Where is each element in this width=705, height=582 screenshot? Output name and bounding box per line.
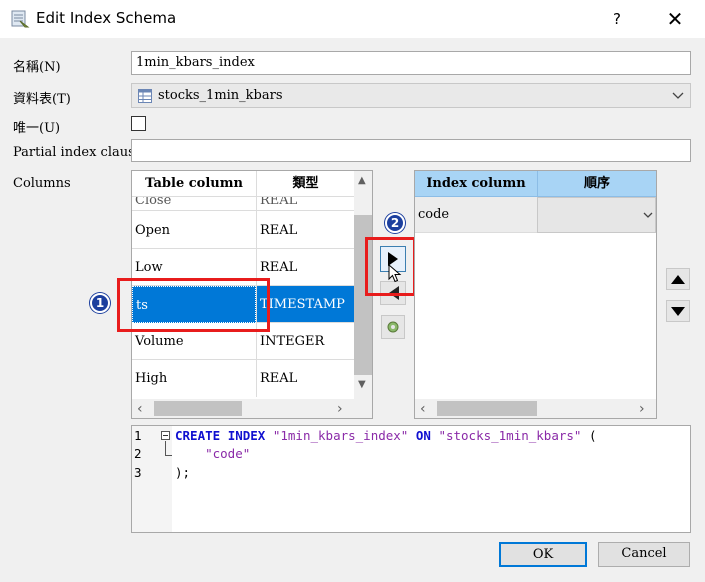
table-icon bbox=[138, 89, 152, 103]
name-field-value: 1min_kbars_index bbox=[136, 55, 255, 70]
line-number: 2 bbox=[134, 446, 142, 461]
horizontal-scroll-thumb[interactable] bbox=[154, 401, 242, 416]
table-select-value: stocks_1min_kbars bbox=[158, 88, 283, 103]
scroll-up-arrow[interactable]: ▲ bbox=[358, 175, 366, 186]
fold-guide-end bbox=[165, 455, 172, 456]
partial-index-label: Partial index clause bbox=[13, 145, 143, 160]
sql-keyword: CREATE bbox=[175, 428, 221, 443]
index-column-header[interactable]: Index column bbox=[415, 171, 537, 197]
columns-label: Columns bbox=[13, 176, 71, 191]
table-row-name[interactable]: Open bbox=[132, 212, 256, 249]
chevron-down-icon bbox=[672, 92, 684, 99]
partial-index-field[interactable] bbox=[131, 139, 691, 162]
move-down-button[interactable] bbox=[666, 300, 690, 322]
annotation-badge-1: 1 bbox=[90, 293, 110, 313]
scroll-left-arrow[interactable]: ‹ bbox=[420, 401, 426, 417]
name-label: 名稱(N) bbox=[13, 60, 61, 75]
fold-minus-mark bbox=[163, 435, 168, 436]
sql-line-1: CREATE INDEX "1min_kbars_index" ON "stoc… bbox=[175, 428, 597, 443]
scroll-down-arrow[interactable]: ▼ bbox=[358, 379, 366, 390]
table-row-type[interactable]: REAL bbox=[257, 360, 354, 397]
table-row-name[interactable]: High bbox=[132, 360, 256, 397]
sql-string: "1min_kbars_index" bbox=[272, 428, 409, 443]
column-options-button[interactable] bbox=[381, 315, 405, 339]
triangle-up-icon bbox=[671, 275, 685, 284]
table-row-type[interactable]: REAL bbox=[257, 212, 354, 249]
scroll-left-arrow[interactable]: ‹ bbox=[137, 401, 143, 417]
index-horizontal-scroll-thumb[interactable] bbox=[437, 401, 537, 416]
sql-keyword: ON bbox=[415, 428, 431, 443]
name-field[interactable]: 1min_kbars_index bbox=[131, 51, 691, 75]
annotation-box-2 bbox=[365, 237, 416, 296]
unique-checkbox[interactable] bbox=[131, 116, 146, 131]
scrollbar-corner bbox=[354, 399, 372, 418]
sql-line-3: ); bbox=[175, 465, 191, 480]
table-label: 資料表(T) bbox=[13, 92, 71, 107]
index-row-name[interactable]: code bbox=[415, 197, 537, 233]
move-up-button[interactable] bbox=[666, 268, 690, 290]
chevron-down-icon bbox=[643, 212, 653, 218]
fold-guide-line bbox=[165, 441, 166, 456]
gear-icon bbox=[387, 321, 399, 333]
sql-line-2: "code" bbox=[175, 446, 250, 461]
type-header[interactable]: 類型 bbox=[256, 171, 354, 197]
cancel-button[interactable]: Cancel bbox=[598, 542, 690, 567]
triangle-down-icon bbox=[671, 307, 685, 316]
table-row-type[interactable]: REAL bbox=[257, 249, 354, 286]
line-number: 3 bbox=[134, 465, 142, 480]
help-button[interactable]: ? bbox=[604, 6, 630, 32]
sql-keyword: INDEX bbox=[227, 428, 266, 443]
unique-label: 唯一(U) bbox=[13, 121, 61, 136]
order-header[interactable]: 順序 bbox=[537, 171, 656, 197]
ok-button[interactable]: OK bbox=[499, 542, 587, 567]
table-row-type-selected[interactable]: TIMESTAMP bbox=[257, 286, 354, 323]
sql-paren: ( bbox=[588, 428, 597, 443]
table-row-partial-type: REAL bbox=[257, 197, 354, 211]
sql-string: "code" bbox=[205, 446, 251, 461]
scroll-right-arrow[interactable]: › bbox=[337, 401, 343, 417]
scroll-right-arrow[interactable]: › bbox=[639, 401, 645, 417]
table-column-header[interactable]: Table column bbox=[132, 171, 256, 197]
close-button[interactable]: ✕ bbox=[660, 6, 690, 32]
window-title: Edit Index Schema bbox=[36, 9, 177, 27]
annotation-box-1 bbox=[117, 278, 270, 332]
table-select[interactable]: stocks_1min_kbars bbox=[131, 83, 691, 108]
line-number: 1 bbox=[134, 428, 142, 443]
order-select[interactable] bbox=[537, 197, 656, 233]
table-row-type[interactable]: INTEGER bbox=[257, 323, 354, 360]
annotation-badge-2: 2 bbox=[385, 213, 405, 233]
index-columns-grid[interactable]: Index column 順序 code ‹ › bbox=[414, 170, 657, 419]
table-row-partial-name: Close bbox=[132, 197, 256, 211]
sql-string: "stocks_1min_kbars" bbox=[438, 428, 582, 443]
index-schema-icon bbox=[11, 10, 30, 28]
